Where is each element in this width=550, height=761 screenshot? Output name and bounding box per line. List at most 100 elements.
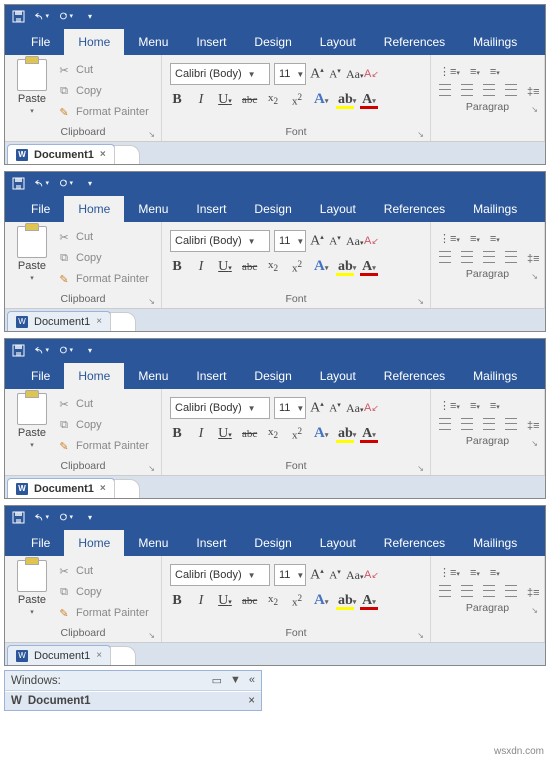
clear-formatting-button[interactable]: A↙ bbox=[364, 402, 379, 414]
document-tab[interactable]: W Document1 × bbox=[7, 478, 115, 498]
font-color-button[interactable]: A▾ bbox=[362, 593, 376, 609]
bullets-button[interactable]: ⋮≡▾ bbox=[439, 65, 460, 78]
document-tab[interactable]: W Document1 × bbox=[7, 645, 111, 665]
copy-button[interactable]: ⧉Copy bbox=[57, 249, 149, 267]
superscript-button[interactable]: x2 bbox=[290, 259, 304, 275]
close-icon[interactable]: × bbox=[248, 695, 255, 707]
paste-button[interactable]: Paste ▾ bbox=[13, 59, 51, 115]
tab-insert[interactable]: Insert bbox=[182, 196, 240, 222]
save-icon[interactable] bbox=[11, 343, 25, 357]
tab-file[interactable]: File bbox=[17, 196, 64, 222]
font-name-combo[interactable]: Calibri (Body)▼ bbox=[170, 63, 270, 85]
align-right-button[interactable] bbox=[483, 585, 495, 600]
cut-button[interactable]: ✂Cut bbox=[57, 395, 149, 413]
shrink-font-button[interactable]: A▾ bbox=[328, 568, 342, 582]
text-effects-button[interactable]: A▾ bbox=[314, 91, 328, 108]
tab-layout[interactable]: Layout bbox=[306, 530, 370, 556]
justify-button[interactable] bbox=[505, 84, 517, 99]
close-icon[interactable]: × bbox=[96, 650, 102, 661]
bullets-button[interactable]: ⋮≡▾ bbox=[439, 566, 460, 579]
underline-button[interactable]: U▾ bbox=[218, 92, 232, 108]
document-tab[interactable]: W Document1 × bbox=[7, 144, 115, 164]
align-left-button[interactable] bbox=[439, 84, 451, 99]
align-right-button[interactable] bbox=[483, 251, 495, 266]
copy-button[interactable]: ⧉Copy bbox=[57, 82, 149, 100]
highlight-button[interactable]: ab▾ bbox=[338, 259, 352, 275]
underline-button[interactable]: U▾ bbox=[218, 593, 232, 609]
underline-button[interactable]: U▾ bbox=[218, 259, 232, 275]
font-size-combo[interactable]: 11▼ bbox=[274, 564, 306, 586]
format-painter-button[interactable]: ✎Format Painter bbox=[57, 270, 149, 288]
superscript-button[interactable]: x2 bbox=[290, 593, 304, 609]
bold-button[interactable]: B bbox=[170, 259, 184, 275]
line-spacing-button[interactable]: ‡≡ bbox=[527, 587, 540, 599]
format-painter-button[interactable]: ✎Format Painter bbox=[57, 103, 149, 121]
copy-button[interactable]: ⧉Copy bbox=[57, 583, 149, 601]
shrink-font-button[interactable]: A▾ bbox=[328, 234, 342, 248]
highlight-button[interactable]: ab▾ bbox=[338, 593, 352, 609]
tab-design[interactable]: Design bbox=[240, 530, 305, 556]
underline-button[interactable]: U▾ bbox=[218, 426, 232, 442]
new-tab-button[interactable] bbox=[114, 145, 140, 164]
new-tab-button[interactable] bbox=[110, 646, 136, 665]
tab-design[interactable]: Design bbox=[240, 196, 305, 222]
font-name-combo[interactable]: Calibri (Body)▼ bbox=[170, 230, 270, 252]
numbering-button[interactable]: ≡▾ bbox=[470, 400, 480, 412]
new-window-icon[interactable]: ▭ bbox=[212, 674, 222, 687]
paste-arrow-icon[interactable]: ▾ bbox=[30, 608, 34, 616]
tab-design[interactable]: Design bbox=[240, 29, 305, 55]
change-case-button[interactable]: Aa▾ bbox=[346, 234, 360, 249]
tab-mailings[interactable]: Mailings bbox=[459, 530, 531, 556]
font-size-combo[interactable]: 11▼ bbox=[274, 230, 306, 252]
font-size-combo[interactable]: 11▼ bbox=[274, 397, 306, 419]
italic-button[interactable]: I bbox=[194, 426, 208, 442]
undo-icon[interactable]: ▾ bbox=[35, 510, 49, 524]
tab-references[interactable]: References bbox=[370, 196, 459, 222]
numbering-button[interactable]: ≡▾ bbox=[470, 567, 480, 579]
strikethrough-button[interactable]: abc bbox=[242, 428, 256, 440]
tab-file[interactable]: File bbox=[17, 530, 64, 556]
text-effects-button[interactable]: A▾ bbox=[314, 258, 328, 275]
cut-button[interactable]: ✂Cut bbox=[57, 562, 149, 580]
tab-layout[interactable]: Layout bbox=[306, 196, 370, 222]
customize-qat-icon[interactable]: ▾ bbox=[83, 9, 97, 23]
text-effects-button[interactable]: A▾ bbox=[314, 592, 328, 609]
clear-formatting-button[interactable]: A↙ bbox=[364, 68, 379, 80]
change-case-button[interactable]: Aa▾ bbox=[346, 67, 360, 82]
align-center-button[interactable] bbox=[461, 418, 473, 433]
cut-button[interactable]: ✂Cut bbox=[57, 61, 149, 79]
font-color-button[interactable]: A▾ bbox=[362, 92, 376, 108]
redo-icon[interactable]: ▾ bbox=[59, 343, 73, 357]
bold-button[interactable]: B bbox=[170, 426, 184, 442]
tab-references[interactable]: References bbox=[370, 530, 459, 556]
undo-icon[interactable]: ▾ bbox=[35, 343, 49, 357]
undo-icon[interactable]: ▾ bbox=[35, 176, 49, 190]
numbering-button[interactable]: ≡▾ bbox=[470, 233, 480, 245]
grow-font-button[interactable]: A▴ bbox=[310, 567, 324, 584]
tab-layout[interactable]: Layout bbox=[306, 363, 370, 389]
multilevel-button[interactable]: ≡▾ bbox=[490, 66, 500, 78]
redo-icon[interactable]: ▾ bbox=[59, 9, 73, 23]
tab-file[interactable]: File bbox=[17, 363, 64, 389]
align-left-button[interactable] bbox=[439, 251, 451, 266]
bullets-button[interactable]: ⋮≡▾ bbox=[439, 399, 460, 412]
font-name-combo[interactable]: Calibri (Body)▼ bbox=[170, 564, 270, 586]
change-case-button[interactable]: Aa▾ bbox=[346, 568, 360, 583]
new-tab-button[interactable] bbox=[114, 479, 140, 498]
font-size-combo[interactable]: 11▼ bbox=[274, 63, 306, 85]
strikethrough-button[interactable]: abc bbox=[242, 94, 256, 106]
tab-layout[interactable]: Layout bbox=[306, 29, 370, 55]
italic-button[interactable]: I bbox=[194, 593, 208, 609]
paste-arrow-icon[interactable]: ▾ bbox=[30, 107, 34, 115]
tab-design[interactable]: Design bbox=[240, 363, 305, 389]
shrink-font-button[interactable]: A▾ bbox=[328, 401, 342, 415]
paste-arrow-icon[interactable]: ▾ bbox=[30, 274, 34, 282]
align-left-button[interactable] bbox=[439, 585, 451, 600]
close-icon[interactable]: × bbox=[100, 483, 106, 494]
subscript-button[interactable]: x2 bbox=[266, 92, 280, 106]
paste-button[interactable]: Paste ▾ bbox=[13, 226, 51, 282]
format-painter-button[interactable]: ✎Format Painter bbox=[57, 604, 149, 622]
tab-file[interactable]: File bbox=[17, 29, 64, 55]
tab-mailings[interactable]: Mailings bbox=[459, 363, 531, 389]
justify-button[interactable] bbox=[505, 585, 517, 600]
